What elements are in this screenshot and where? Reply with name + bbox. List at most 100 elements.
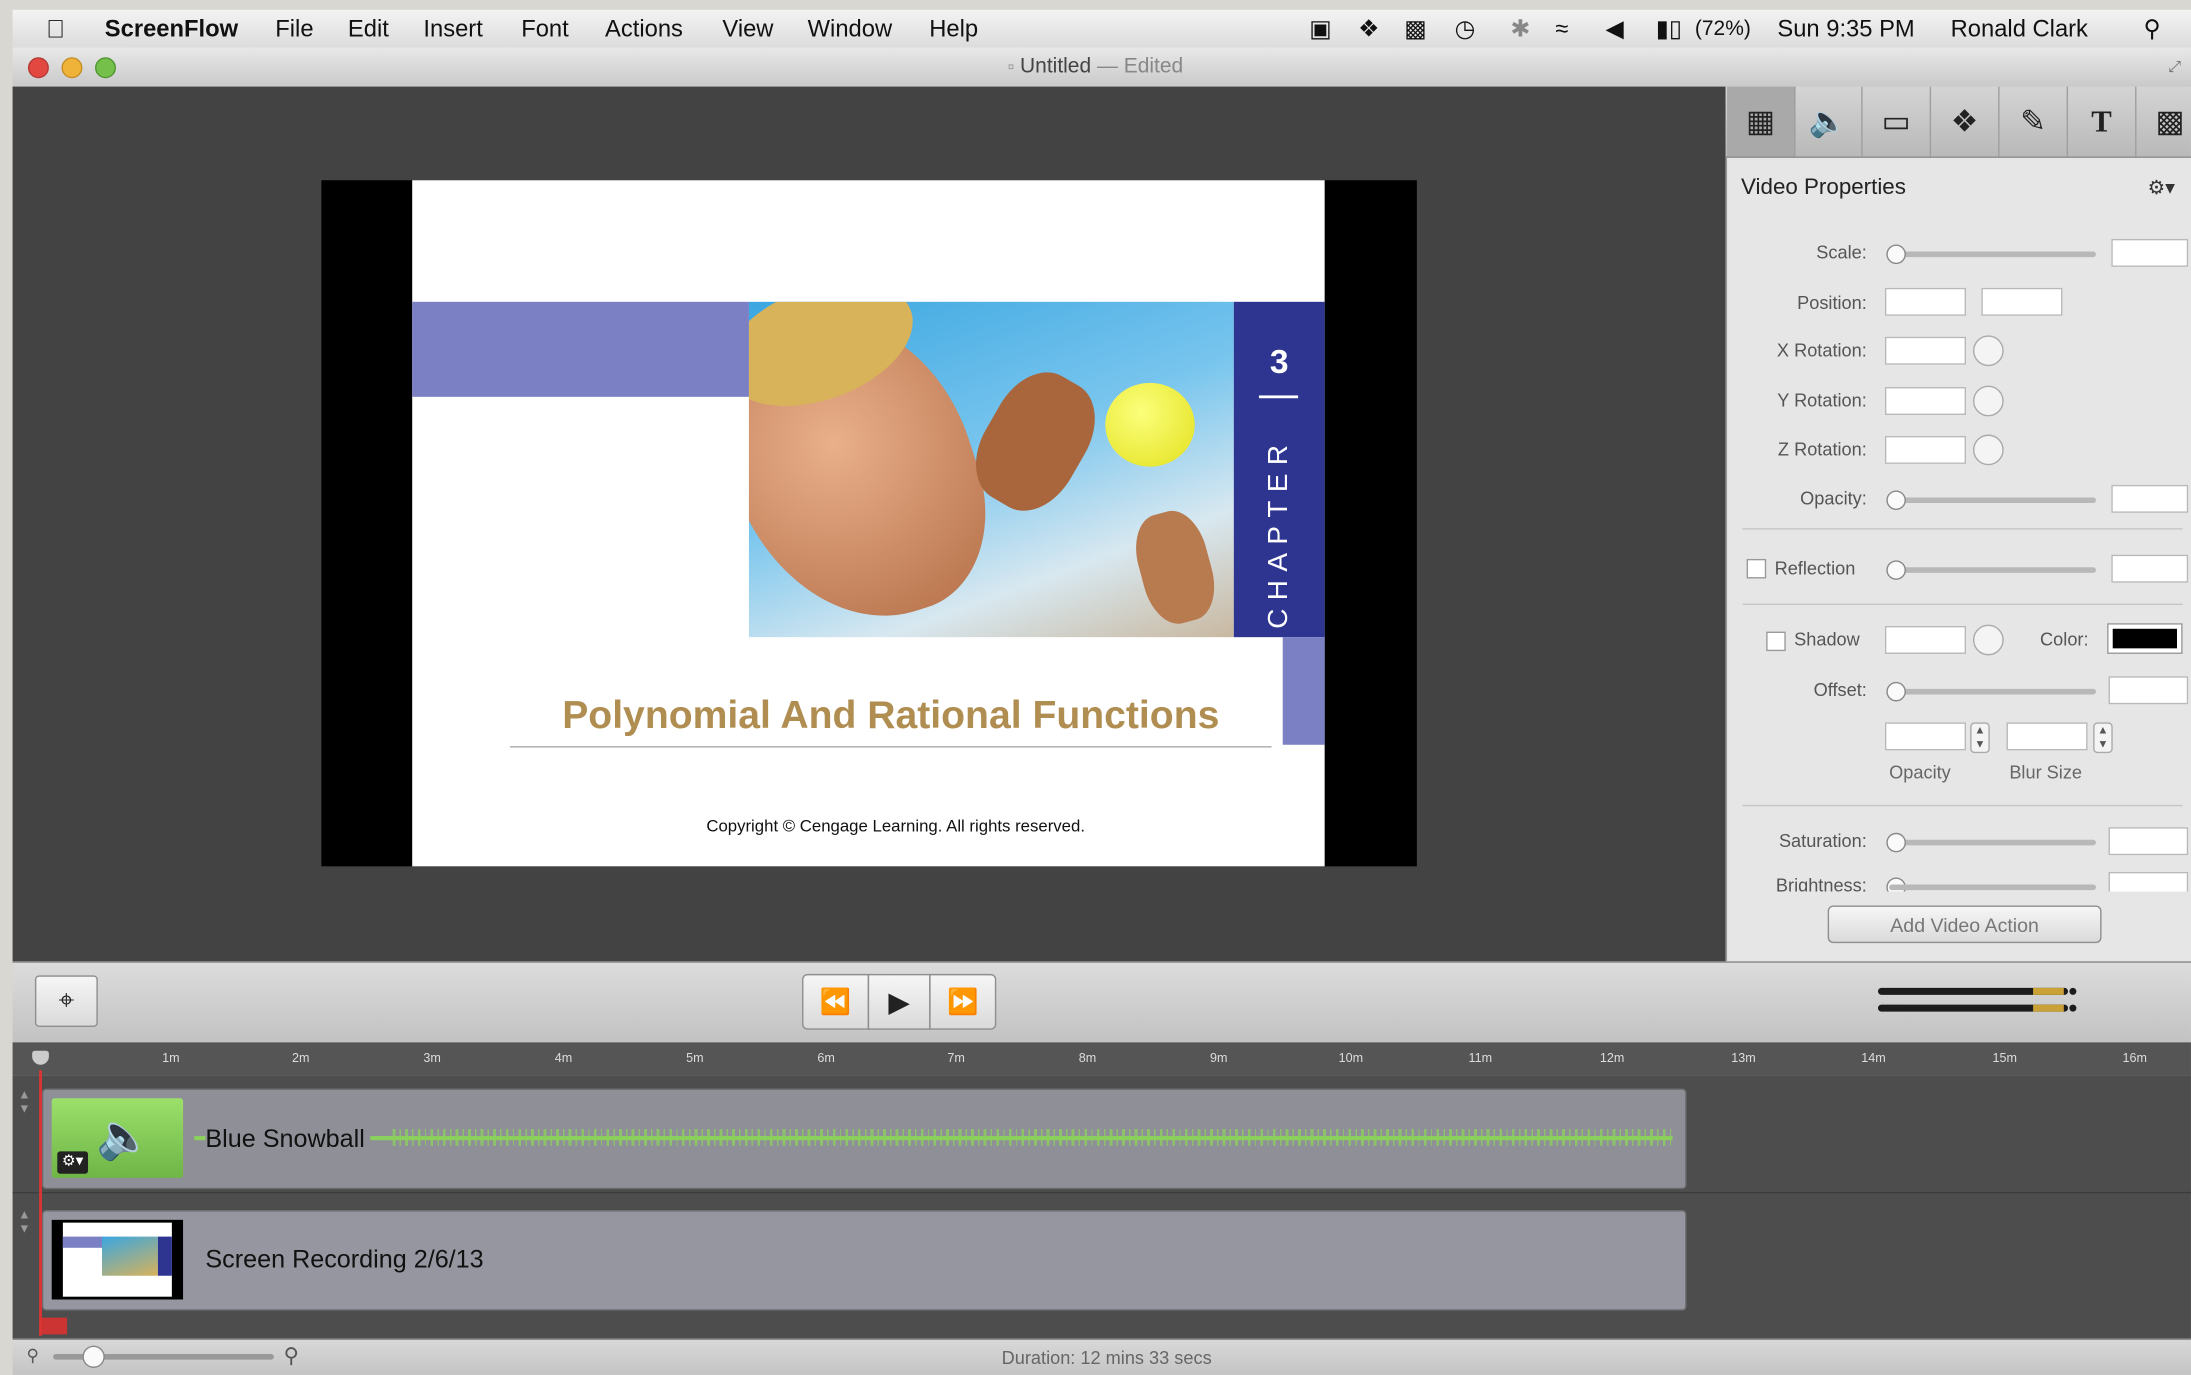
blur-size-field[interactable]	[2006, 722, 2088, 751]
opacity-label: Opacity:	[1800, 487, 1867, 509]
menu-font[interactable]: Font	[521, 15, 569, 43]
reflection-knob[interactable]	[1886, 560, 1906, 580]
menu-edit[interactable]: Edit	[348, 15, 389, 43]
battery-icon[interactable]: ▮▯	[1656, 15, 1682, 43]
brightness-slider[interactable]	[1889, 884, 2096, 891]
menu-view[interactable]: View	[722, 15, 773, 43]
playhead-line[interactable]	[39, 1070, 42, 1336]
play-button[interactable]: ▶	[867, 973, 931, 1030]
volleyball-photo	[748, 301, 1234, 638]
ruler-tick: 16m	[2122, 1050, 2147, 1065]
volume-icon[interactable]: ◀	[1605, 15, 1623, 43]
x-rotation-field[interactable]	[1884, 336, 1967, 365]
reflection-field[interactable]	[2111, 554, 2189, 583]
offset-label: Offset:	[1813, 679, 1867, 701]
time-machine-icon[interactable]: ◷	[1455, 15, 1476, 43]
chapter-word: CHAPTER	[1263, 436, 1294, 629]
shadow-checkbox[interactable]	[1766, 631, 1786, 652]
shadow-color-well[interactable]	[2107, 623, 2183, 654]
fullscreen-icon[interactable]: ⤢	[2169, 59, 2181, 77]
track-handle-icon[interactable]: ▲ ▼	[18, 1207, 30, 1235]
opacity-field[interactable]	[2111, 484, 2189, 513]
ruler-tick: 11m	[1468, 1050, 1493, 1065]
scale-field[interactable]	[2111, 238, 2189, 267]
menu-file[interactable]: File	[275, 15, 313, 43]
z-rotation-field[interactable]	[1884, 435, 1967, 464]
crop-icon[interactable]: ⌖	[34, 975, 98, 1028]
thumb-photo	[102, 1236, 158, 1276]
opacity-slider[interactable]	[1889, 497, 2096, 504]
menu-insert[interactable]: Insert	[423, 15, 482, 43]
audio-tab-icon[interactable]: 🔈	[1794, 86, 1863, 157]
z-rotation-dial[interactable]	[1972, 434, 2004, 466]
y-rotation-field[interactable]	[1884, 387, 1967, 415]
ruler-tick: 2m	[292, 1050, 310, 1065]
bluetooth-icon[interactable]: ✱	[1510, 15, 1530, 43]
reflection-slider[interactable]	[1889, 567, 2096, 573]
user-name[interactable]: Ronald Clark	[1951, 15, 2088, 43]
inspector-heading: Video Properties	[1741, 176, 1906, 200]
duration-label: Duration: 12 mins 33 secs	[1001, 1346, 1212, 1368]
ruler-tick: 8m	[1078, 1050, 1097, 1065]
position-y-field[interactable]	[1981, 287, 2063, 316]
gear-menu-icon[interactable]: ⚙▾	[2148, 176, 2175, 200]
track-handle-icon[interactable]: ▲ ▼	[18, 1087, 30, 1115]
shadow-opacity-stepper[interactable]: ▲ ▼	[1970, 722, 1990, 754]
offset-slider[interactable]	[1889, 688, 2096, 695]
annotation-tab-icon[interactable]: ✎	[2000, 86, 2069, 157]
video-clip-thumb	[51, 1219, 184, 1300]
blur-size-stepper[interactable]: ▲ ▼	[2093, 722, 2113, 754]
rewind-button[interactable]: ⏪	[802, 973, 870, 1030]
position-x-field[interactable]	[1884, 287, 1967, 316]
scale-knob[interactable]	[1886, 244, 1906, 265]
text-tab-icon[interactable]: T	[2068, 86, 2137, 157]
menu-actions[interactable]: Actions	[605, 15, 683, 43]
shadow-angle-dial[interactable]	[1972, 624, 2004, 656]
offset-field[interactable]	[2108, 676, 2189, 705]
x-rotation-dial[interactable]	[1972, 335, 2004, 367]
shadow-angle-field[interactable]	[1884, 625, 1967, 654]
fast-forward-button[interactable]: ⏩	[929, 973, 997, 1030]
add-video-action-button[interactable]: Add Video Action	[1827, 905, 2102, 944]
scale-label: Scale:	[1816, 241, 1867, 263]
scale-slider[interactable]	[1889, 251, 2096, 258]
ruler-tick: 4m	[554, 1050, 573, 1065]
camera-icon[interactable]: ▣	[1309, 15, 1331, 43]
opacity-knob[interactable]	[1886, 490, 1906, 511]
clock[interactable]: Sun 9:35 PM	[1777, 15, 1914, 43]
y-rotation-label: Y Rotation:	[1777, 389, 1867, 411]
menu-window[interactable]: Window	[808, 15, 892, 43]
clip-gear-icon[interactable]: ⚙▾	[57, 1151, 89, 1174]
menu-help[interactable]: Help	[929, 15, 978, 43]
wifi-icon[interactable]: ≈	[1555, 15, 1568, 43]
track-divider	[12, 1191, 2191, 1194]
display-icon[interactable]: ▩	[1404, 15, 1426, 43]
chapter-number: 3	[1269, 343, 1289, 382]
app-menu[interactable]: ScreenFlow	[105, 15, 238, 43]
shadow-opacity-field[interactable]	[1884, 722, 1967, 751]
brightness-field[interactable]	[2108, 871, 2189, 892]
media-tab-icon[interactable]: ▩	[2136, 87, 2191, 157]
jumper2-shape	[1126, 504, 1224, 631]
speaker-icon: 🔈	[96, 1110, 153, 1162]
y-rotation-dial[interactable]	[1972, 385, 2004, 417]
callout-tab-icon[interactable]: ❖	[1931, 86, 2000, 157]
shadow-label: Shadow	[1794, 628, 1860, 650]
saturation-field[interactable]	[2108, 827, 2189, 856]
chapter-bar: 3 CHAPTER	[1233, 301, 1325, 638]
video-tab-icon[interactable]: ▦	[1727, 86, 1796, 157]
saturation-slider[interactable]	[1889, 839, 2096, 846]
battery-percent: (72%)	[1694, 16, 1751, 41]
video-clip[interactable]: Screen Recording 2/6/13	[41, 1210, 1687, 1311]
apple-menu-icon[interactable]: 	[46, 15, 65, 44]
screen-tab-icon[interactable]: ▭	[1863, 86, 1932, 157]
offset-knob[interactable]	[1886, 681, 1906, 702]
reflection-label: Reflection	[1774, 557, 1856, 579]
reflection-checkbox[interactable]	[1746, 558, 1767, 579]
dropbox-icon[interactable]: ❖	[1358, 15, 1379, 43]
playhead-marker[interactable]	[41, 1317, 68, 1335]
spotlight-icon[interactable]: ⚲	[2143, 15, 2160, 43]
saturation-knob[interactable]	[1886, 832, 1906, 853]
audio-clip[interactable]: 🔈 ⚙▾ Blue Snowball	[41, 1088, 1687, 1190]
ruler-tick: 3m	[423, 1050, 441, 1065]
